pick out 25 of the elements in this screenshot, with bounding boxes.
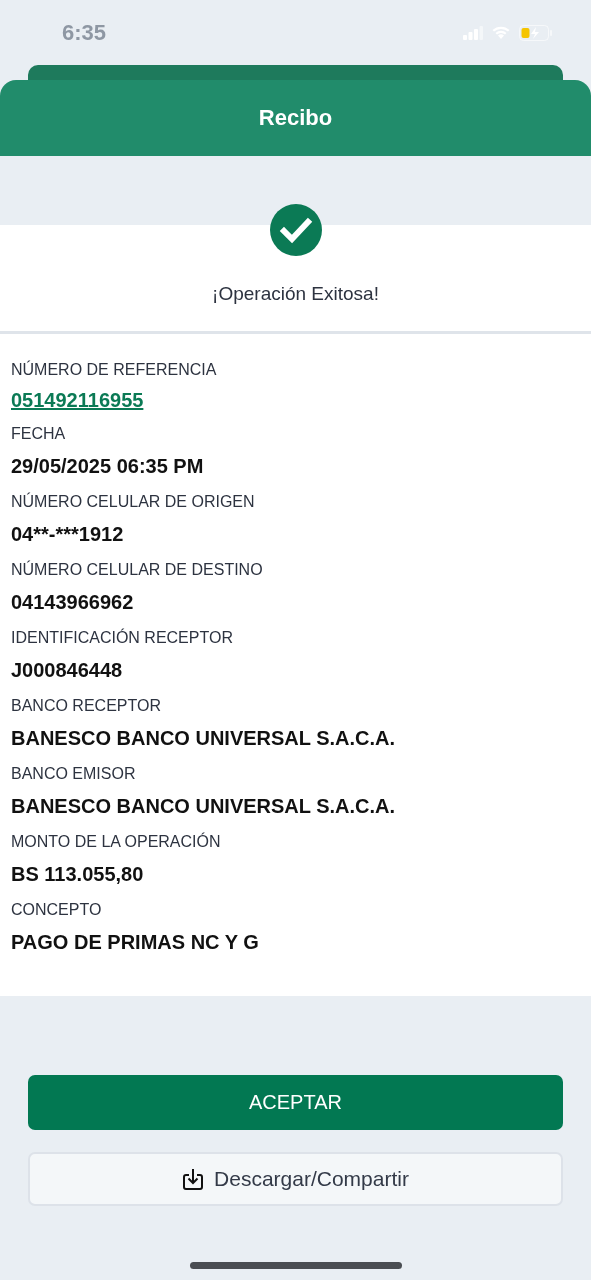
field-label: NÚMERO CELULAR DE DESTINO	[11, 560, 263, 580]
field-label: BANCO EMISOR	[11, 764, 136, 784]
field-value: BANESCO BANCO UNIVERSAL S.A.C.A.	[11, 726, 396, 751]
battery-icon	[519, 24, 553, 41]
success-message: ¡Operación Exitosa!	[212, 283, 379, 305]
header-title: Recibo	[258, 105, 333, 131]
accept-button[interactable]: ACEPTAR	[28, 1075, 563, 1130]
field-value: BS 113.055,80	[11, 862, 144, 887]
field-label: CONCEPTO	[11, 900, 102, 920]
field-value: J000846448	[11, 658, 123, 683]
field-label: IDENTIFICACIÓN RECEPTOR	[11, 628, 233, 648]
field-value: 04**-***1912	[11, 522, 124, 547]
download-share-button[interactable]: Descargar/Compartir	[28, 1152, 563, 1206]
download-icon	[182, 1167, 205, 1191]
field-value: PAGO DE PRIMAS NC Y G	[11, 930, 259, 955]
field-label: NÚMERO DE REFERENCIA	[11, 360, 217, 380]
field-label: BANCO RECEPTOR	[11, 696, 161, 716]
field-value: 04143966962	[11, 590, 134, 615]
field-label: FECHA	[11, 424, 66, 444]
field-label: NÚMERO CELULAR DE ORIGEN	[11, 492, 255, 512]
status-time: 6:35	[62, 19, 107, 46]
reference-link[interactable]: 051492116955	[11, 386, 144, 414]
field-value: BANESCO BANCO UNIVERSAL S.A.C.A.	[11, 794, 396, 819]
field-label: MONTO DE LA OPERACIÓN	[11, 832, 221, 852]
field-value: 29/05/2025 06:35 PM	[11, 454, 204, 479]
